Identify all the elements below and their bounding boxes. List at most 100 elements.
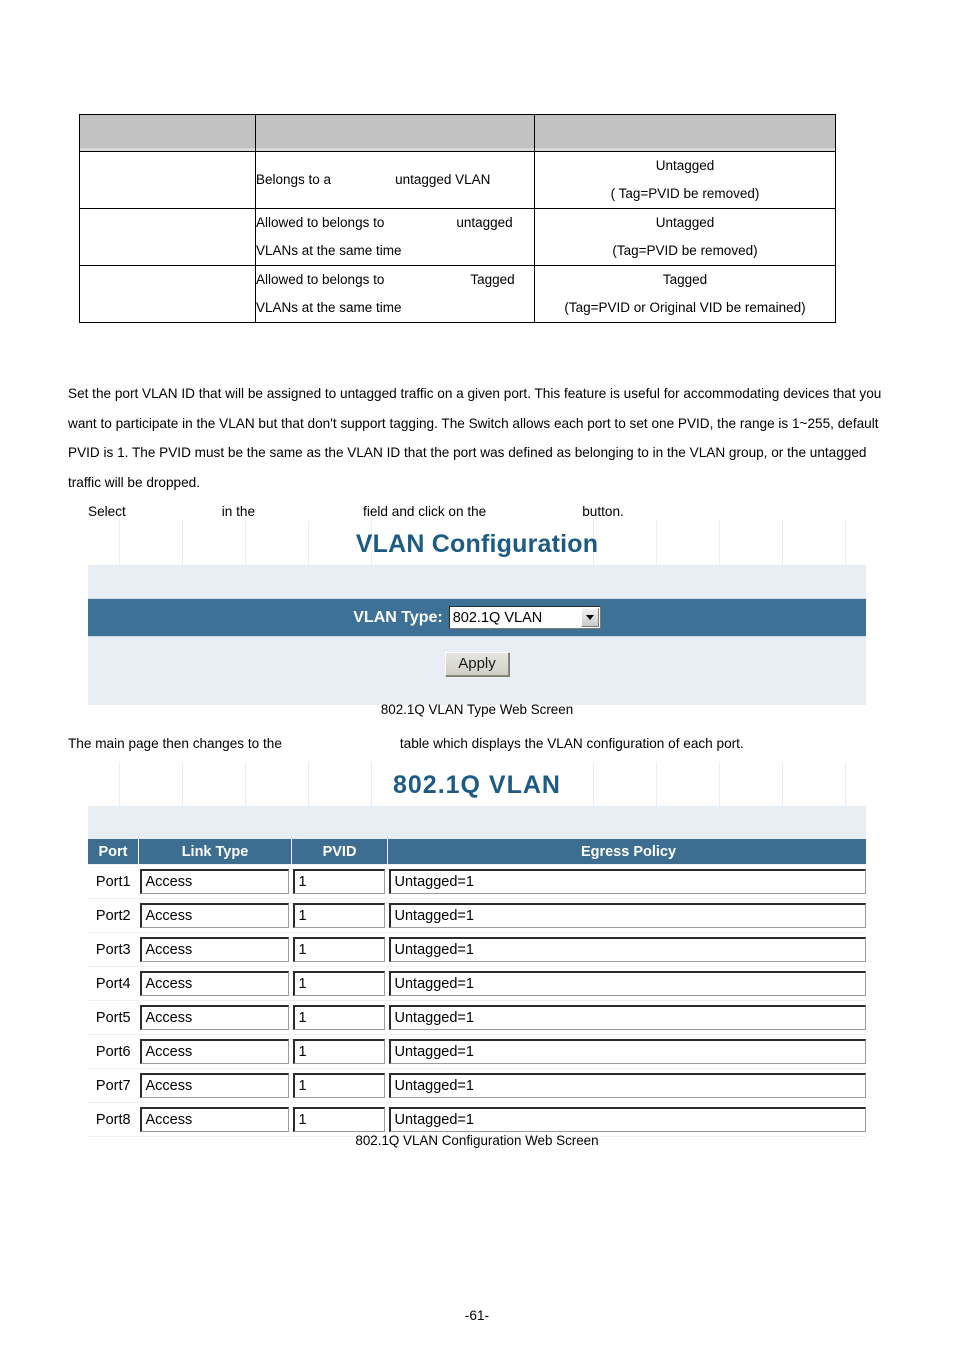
cell-link-type: Access [138, 1102, 292, 1137]
table-row: Allowed to belongs to Tagged VLANs at the… [79, 265, 836, 323]
egress-line-1: Untagged [655, 215, 715, 230]
link-type-input[interactable]: Access [139, 1107, 289, 1132]
table-row: Port7 Access 1 Untagged=1 [88, 1068, 866, 1103]
cell-port: Port7 [88, 1068, 139, 1103]
egress-policy-input[interactable]: Untagged=1 [388, 1107, 866, 1132]
table-header-row: Port Link Type PVID Egress Policy [88, 839, 866, 865]
cell-link-type: Access [138, 966, 292, 1001]
link-type-input[interactable]: Access [139, 903, 289, 928]
desc-text-a: Belongs to a [256, 172, 332, 187]
row-description-cell: Belongs to a untagged VLAN [255, 151, 535, 209]
table-row: Port1 Access 1 Untagged=1 [88, 864, 866, 899]
column-header-link-type: Link Type [138, 839, 292, 865]
link-type-input[interactable]: Access [139, 971, 289, 996]
cell-egress-policy: Untagged=1 [387, 966, 866, 1001]
egress-policy-input[interactable]: Untagged=1 [388, 937, 866, 962]
row-description-cell: Allowed to belongs to Tagged VLANs at the… [255, 265, 535, 323]
cell-pvid: 1 [291, 898, 388, 933]
cell-link-type: Access [138, 1068, 292, 1103]
page-number: -61- [464, 1308, 490, 1323]
cell-pvid: 1 [291, 1068, 388, 1103]
pvid-input[interactable]: 1 [292, 937, 385, 962]
pvid-input[interactable]: 1 [292, 971, 385, 996]
egress-line-1: Tagged [662, 272, 708, 287]
page-title: 802.1Q VLAN [392, 771, 561, 799]
table-row: Allowed to belongs to untagged VLANs at t… [79, 208, 836, 266]
cell-link-type: Access [138, 1000, 292, 1035]
cell-link-type: Access [138, 864, 292, 899]
panel-spacer-strip [88, 565, 866, 598]
table-row: Port6 Access 1 Untagged=1 [88, 1034, 866, 1069]
cell-port: Port4 [88, 966, 139, 1001]
egress-policy-input[interactable]: Untagged=1 [388, 1005, 866, 1030]
column-header-pvid: PVID [291, 839, 388, 865]
cell-pvid: 1 [291, 864, 388, 899]
egress-policy-input[interactable]: Untagged=1 [388, 971, 866, 996]
pvid-input[interactable]: 1 [292, 1005, 385, 1030]
pvid-input[interactable]: 1 [292, 1107, 385, 1132]
link-type-input[interactable]: Access [139, 869, 289, 894]
pvid-input[interactable]: 1 [292, 869, 385, 894]
desc-text-b: untagged VLAN [395, 172, 491, 187]
table-row: Port3 Access 1 Untagged=1 [88, 932, 866, 967]
desc-text-a: Allowed to belongs to [256, 215, 385, 230]
row-egress-cell: Untagged ( Tag=PVID be removed) [534, 151, 836, 209]
table-row: Port4 Access 1 Untagged=1 [88, 966, 866, 1001]
cell-pvid: 1 [291, 1000, 388, 1035]
link-type-input[interactable]: Access [139, 1005, 289, 1030]
mainpage-instruction-part2: table which displays the VLAN configurat… [399, 736, 744, 751]
cell-link-type: Access [138, 1034, 292, 1069]
chevron-down-icon[interactable] [580, 608, 599, 627]
page-title: VLAN Configuration [355, 530, 599, 558]
row-label-cell [79, 208, 256, 266]
cell-egress-policy: Untagged=1 [387, 1000, 866, 1035]
vlan-table-screenshot: 802.1Q VLAN Port Link Type PVID Egress P… [88, 762, 866, 1137]
header-cell-1 [79, 114, 256, 152]
row-label-cell [79, 265, 256, 323]
cell-pvid: 1 [291, 1102, 388, 1137]
cell-egress-policy: Untagged=1 [387, 898, 866, 933]
link-type-input[interactable]: Access [139, 1073, 289, 1098]
link-type-input[interactable]: Access [139, 1039, 289, 1064]
pvid-input[interactable]: 1 [292, 1039, 385, 1064]
mainpage-instruction-part1: The main page then changes to the [68, 736, 282, 751]
cell-egress-policy: Untagged=1 [387, 864, 866, 899]
cell-link-type: Access [138, 898, 292, 933]
vlan-type-select[interactable]: 802.1Q VLAN [448, 606, 601, 629]
cell-pvid: 1 [291, 966, 388, 1001]
egress-policy-input[interactable]: Untagged=1 [388, 869, 866, 894]
cell-port: Port1 [88, 864, 139, 899]
select-instruction-part1: Select [88, 504, 126, 519]
apply-button[interactable]: Apply [445, 652, 509, 676]
pvid-description-paragraph: Set the port VLAN ID that will be assign… [68, 386, 882, 490]
cell-port: Port2 [88, 898, 139, 933]
column-header-port: Port [88, 839, 139, 865]
vlan-port-table: Port Link Type PVID Egress Policy Port1 … [88, 839, 866, 1137]
select-instruction-part3: field and click on the [363, 504, 487, 519]
row-egress-cell: Untagged (Tag=PVID be removed) [534, 208, 836, 266]
cell-egress-policy: Untagged=1 [387, 1034, 866, 1069]
panel-header-area: 802.1Q VLAN [88, 762, 866, 806]
link-type-input[interactable]: Access [139, 937, 289, 962]
egress-line-2: (Tag=PVID be removed) [612, 243, 758, 258]
cell-link-type: Access [138, 932, 292, 967]
desc-text-c: VLANs at the same time [256, 300, 402, 315]
table-row: Port8 Access 1 Untagged=1 [88, 1102, 866, 1137]
desc-text-c: VLANs at the same time [256, 243, 402, 258]
desc-text-b: untagged [456, 215, 513, 230]
row-description-cell: Allowed to belongs to untagged VLANs at t… [255, 208, 535, 266]
vlan-configuration-screenshot: VLAN Configuration VLAN Type: 802.1Q VLA… [88, 521, 866, 705]
cell-port: Port6 [88, 1034, 139, 1069]
cell-egress-policy: Untagged=1 [387, 932, 866, 967]
egress-policy-input[interactable]: Untagged=1 [388, 903, 866, 928]
pvid-input[interactable]: 1 [292, 1073, 385, 1098]
egress-policy-input[interactable]: Untagged=1 [388, 1039, 866, 1064]
pvid-input[interactable]: 1 [292, 903, 385, 928]
egress-policy-input[interactable]: Untagged=1 [388, 1073, 866, 1098]
header-cell-3 [534, 114, 836, 152]
egress-line-1: Untagged [655, 158, 715, 173]
cell-pvid: 1 [291, 1034, 388, 1069]
table-row: Port2 Access 1 Untagged=1 [88, 898, 866, 933]
row-label-cell [79, 151, 256, 209]
panel-spacer-strip [88, 806, 866, 839]
